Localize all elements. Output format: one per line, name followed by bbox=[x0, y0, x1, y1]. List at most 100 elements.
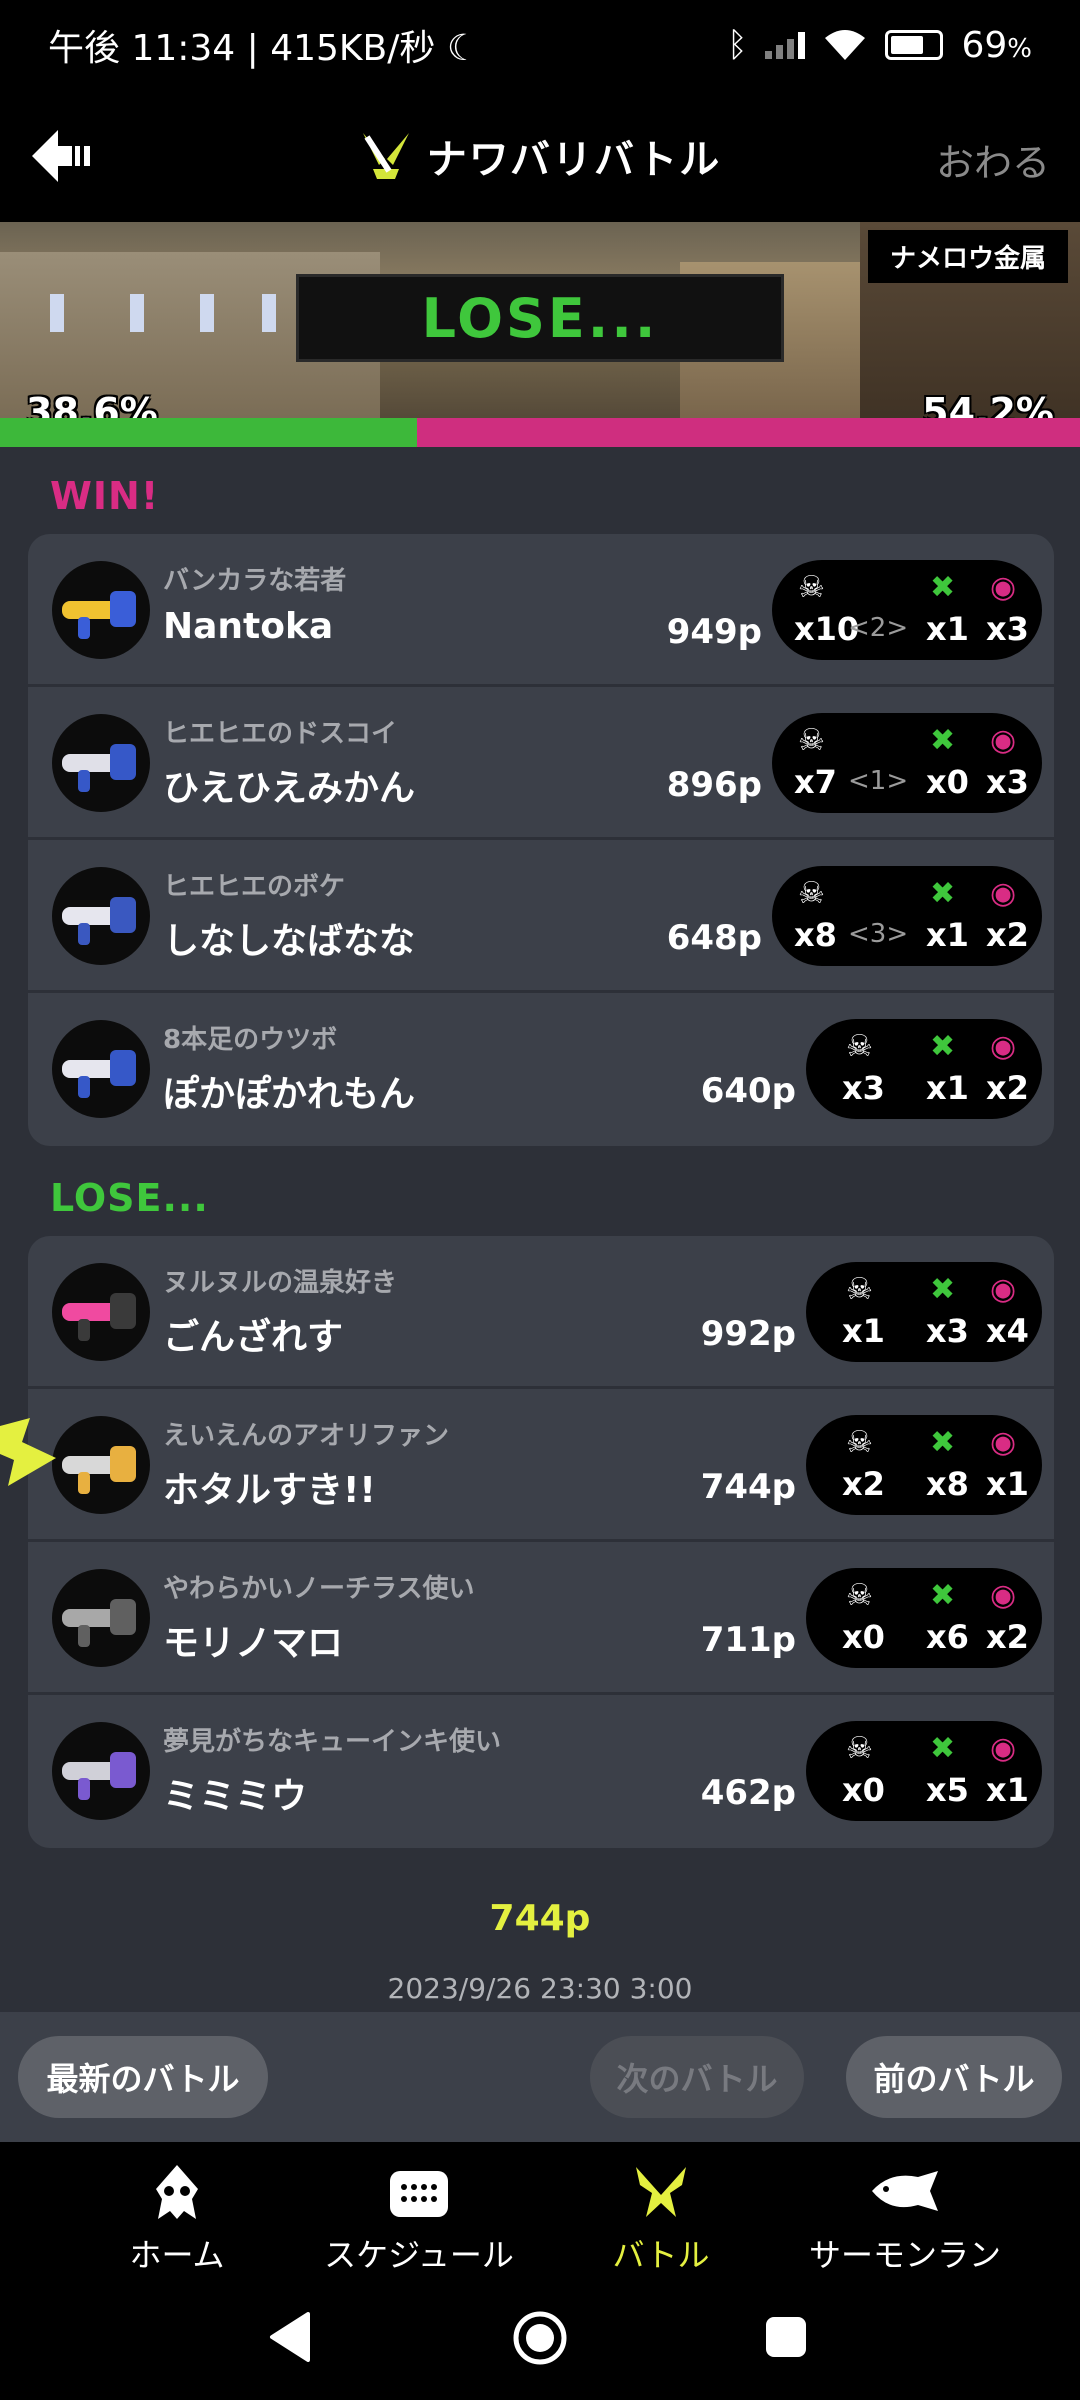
system-home-icon[interactable] bbox=[512, 2310, 568, 2366]
lose-team-panel: ヌルヌルの温泉好き ごんざれす 992p ☠ x1 ✖ x3 ◉ x4 えいえんのアオリファン ホタ… bbox=[28, 1236, 1054, 1848]
tab-battle[interactable]: バトル bbox=[536, 2162, 786, 2276]
death-icon: ✖ bbox=[930, 876, 956, 911]
battle-date: 2023/9/26 23:30 3:00 bbox=[387, 1972, 693, 2005]
kill-count: x3 bbox=[842, 1069, 885, 1107]
tab-home[interactable]: ホーム bbox=[52, 2162, 302, 2276]
player-stats: ☠ x3 ✖ x1 ◉ x2 bbox=[806, 1019, 1042, 1119]
previous-battle-button[interactable]: 前のバトル bbox=[846, 2036, 1062, 2118]
player-row[interactable]: えいえんのアオリファン ホタルすき!! 744p ☠ x2 ✖ x8 ◉ x1 bbox=[28, 1389, 1054, 1542]
back-arrow-icon[interactable] bbox=[28, 126, 94, 186]
player-points: 648p bbox=[666, 918, 762, 958]
player-name: ぽかぽかれもん bbox=[163, 1074, 416, 1115]
player-row[interactable]: やわらかいノーチラス使い モリノマロ 711p ☠ x0 ✖ x6 ◉ x2 bbox=[28, 1542, 1054, 1695]
kill-icon: ☠ bbox=[798, 570, 825, 605]
kill-count: x8 bbox=[794, 916, 837, 954]
kill-count: x7 bbox=[794, 763, 837, 801]
win-team-panel: バンカラな若者 Nantoka 949p ☠ x10 <2> ✖ x1 ◉ x3 ヒエヒエのドスコイ… bbox=[28, 534, 1054, 1146]
player-row[interactable]: ヒエヒエのボケ しなしなばなな 648p ☠ x8 <3> ✖ x1 ◉ x2 bbox=[28, 840, 1054, 993]
player-row[interactable]: ヌルヌルの温泉好き ごんざれす 992p ☠ x1 ✖ x3 ◉ x4 bbox=[28, 1236, 1054, 1389]
death-count: x1 bbox=[926, 610, 969, 648]
system-back-icon[interactable] bbox=[268, 2312, 312, 2362]
assist-count: <1> bbox=[848, 766, 909, 796]
app-header: ナワバリバトル おわる bbox=[0, 90, 1080, 222]
special-count: x2 bbox=[986, 1618, 1029, 1656]
status-right: ᛒ 69% bbox=[727, 25, 1032, 66]
page-title-text: ナワバリバトル bbox=[426, 137, 722, 183]
special-icon: ◉ bbox=[990, 570, 1017, 605]
player-byname: やわらかいノーチラス使い bbox=[163, 1574, 475, 1604]
status-left: 午後 11:34 | 415KB/秒 ☾ bbox=[48, 28, 480, 69]
death-icon: ✖ bbox=[930, 1272, 956, 1307]
kill-icon: ☠ bbox=[846, 1029, 873, 1064]
special-icon: ◉ bbox=[990, 1272, 1017, 1307]
death-icon: ✖ bbox=[930, 1578, 956, 1613]
moon-icon: ☾ bbox=[446, 28, 480, 69]
bluetooth-icon: ᛒ bbox=[727, 25, 748, 65]
special-count: x3 bbox=[986, 763, 1029, 801]
salmon-icon bbox=[872, 2171, 938, 2211]
next-battle-button[interactable]: 次のバトル bbox=[590, 2036, 804, 2118]
weapon-icon bbox=[52, 561, 150, 659]
player-points: 949p bbox=[666, 612, 762, 652]
player-row[interactable]: 8本足のウツボ ぽかぽかれもん 640p ☠ x3 ✖ x1 ◉ x2 bbox=[28, 993, 1054, 1146]
death-count: x8 bbox=[926, 1465, 969, 1503]
player-stats: ☠ x8 <3> ✖ x1 ◉ x2 bbox=[772, 866, 1042, 966]
bottom-tab-bar: ホーム スケジュール バトル サーモンラン bbox=[0, 2142, 1080, 2280]
player-byname: 夢見がちなキューインキ使い bbox=[163, 1727, 502, 1757]
kill-count: x0 bbox=[842, 1771, 885, 1809]
player-stats: ☠ x1 ✖ x3 ◉ x4 bbox=[806, 1262, 1042, 1362]
player-stats: ☠ x0 ✖ x5 ◉ x1 bbox=[806, 1721, 1042, 1821]
death-icon: ✖ bbox=[930, 1029, 956, 1064]
player-name: モリノマロ bbox=[163, 1623, 344, 1664]
kill-icon: ☠ bbox=[846, 1578, 873, 1613]
death-count: x5 bbox=[926, 1771, 969, 1809]
battery-icon bbox=[885, 30, 944, 60]
death-count: x1 bbox=[926, 916, 969, 954]
weapon-icon bbox=[52, 1263, 150, 1361]
win-label: WIN! bbox=[50, 474, 160, 518]
death-icon: ✖ bbox=[930, 723, 956, 758]
system-nav-bar bbox=[0, 2280, 1080, 2400]
special-icon: ◉ bbox=[990, 723, 1017, 758]
squid-icon bbox=[156, 2165, 198, 2219]
page-title: ナワバリバトル bbox=[359, 127, 721, 185]
assist-count: <2> bbox=[848, 613, 909, 643]
window-deco bbox=[262, 294, 276, 332]
assist-count: <3> bbox=[848, 919, 909, 949]
tab-home-label: ホーム bbox=[129, 2236, 225, 2274]
special-count: x3 bbox=[986, 610, 1029, 648]
player-name: しなしなばなな bbox=[163, 921, 416, 962]
death-count: x0 bbox=[926, 763, 969, 801]
special-count: x4 bbox=[986, 1312, 1029, 1350]
special-count: x1 bbox=[986, 1771, 1029, 1809]
special-icon: ◉ bbox=[990, 876, 1017, 911]
tab-salmon-run-label: サーモンラン bbox=[808, 2236, 1001, 2274]
latest-battle-button[interactable]: 最新のバトル bbox=[18, 2036, 268, 2118]
player-row[interactable]: 夢見がちなキューインキ使い ミミミウ 462p ☠ x0 ✖ x5 ◉ x1 bbox=[28, 1695, 1054, 1848]
window-deco bbox=[130, 294, 144, 332]
kill-icon: ☠ bbox=[798, 723, 825, 758]
tab-schedule[interactable]: スケジュール bbox=[294, 2162, 544, 2276]
turf-meter bbox=[0, 418, 1080, 447]
system-recents-icon[interactable] bbox=[764, 2315, 808, 2359]
status-bar: 午後 11:34 | 415KB/秒 ☾ ᛒ 69% bbox=[0, 0, 1080, 90]
tab-salmon-run[interactable]: サーモンラン bbox=[780, 2162, 1030, 2276]
player-stats: ☠ x10 <2> ✖ x1 ◉ x3 bbox=[772, 560, 1042, 660]
player-row[interactable]: バンカラな若者 Nantoka 949p ☠ x10 <2> ✖ x1 ◉ x3 bbox=[28, 534, 1054, 687]
death-count: x6 bbox=[926, 1618, 969, 1656]
kill-icon: ☠ bbox=[846, 1731, 873, 1766]
quit-button[interactable]: おわる bbox=[936, 132, 1050, 187]
player-name: ホタルすき!! bbox=[163, 1470, 376, 1511]
player-row[interactable]: ヒエヒエのドスコイ ひえひえみかん 896p ☠ x7 <1> ✖ x0 ◉ x3 bbox=[28, 687, 1054, 840]
death-count: x1 bbox=[926, 1069, 969, 1107]
player-points: 744p bbox=[700, 1467, 796, 1507]
stage-banner: ナメロウ金属 LOSE... 38.6% 54.2% bbox=[0, 222, 1080, 447]
turf-war-icon bbox=[362, 133, 409, 179]
player-byname: バンカラな若者 bbox=[163, 566, 347, 596]
weapon-icon bbox=[52, 714, 150, 812]
special-count: x2 bbox=[986, 1069, 1029, 1107]
special-count: x1 bbox=[986, 1465, 1029, 1503]
player-byname: ヌルヌルの温泉好き bbox=[163, 1268, 398, 1298]
weapon-icon bbox=[52, 1416, 150, 1514]
kill-icon: ☠ bbox=[846, 1272, 873, 1307]
